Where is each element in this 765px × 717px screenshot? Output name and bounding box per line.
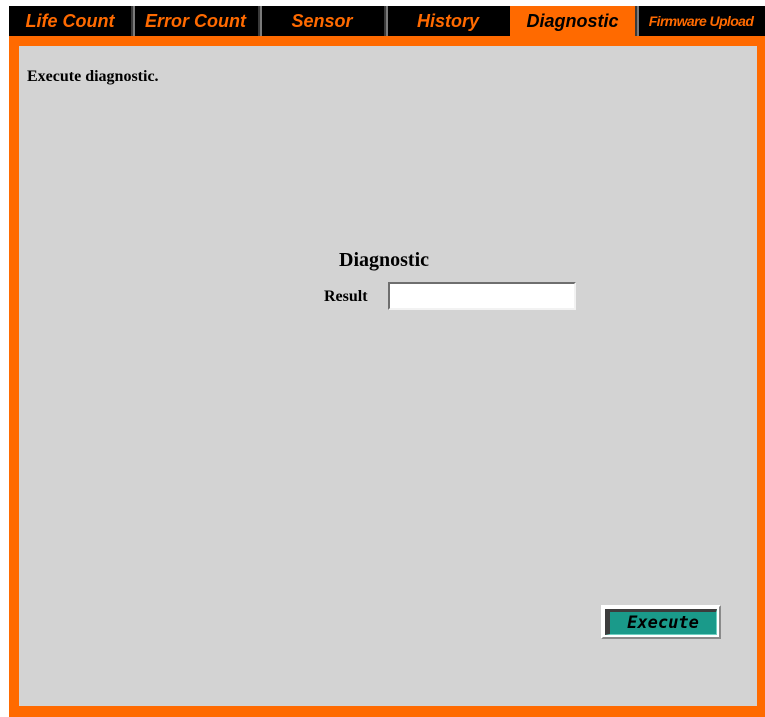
execute-button[interactable]: Execute — [601, 605, 721, 639]
tab-sensor[interactable]: Sensor — [258, 6, 384, 36]
instruction-text: Execute diagnostic. — [27, 68, 159, 85]
tab-firmware-upload[interactable]: Firmware Upload — [635, 6, 765, 36]
result-label: Result — [324, 288, 368, 305]
tab-bar: Life Count Error Count Sensor History Di… — [9, 6, 765, 36]
tab-error-count[interactable]: Error Count — [131, 6, 258, 36]
section-title: Diagnostic — [339, 249, 429, 271]
result-field[interactable] — [388, 282, 576, 310]
tab-diagnostic[interactable]: Diagnostic — [510, 6, 635, 36]
tab-history[interactable]: History — [384, 6, 510, 36]
diagnostic-window: Life Count Error Count Sensor History Di… — [0, 0, 765, 717]
diagnostic-content: Execute diagnostic. Diagnostic Result Ex… — [19, 46, 757, 706]
tab-panel-frame: Execute diagnostic. Diagnostic Result Ex… — [9, 36, 765, 717]
tab-life-count[interactable]: Life Count — [9, 6, 131, 36]
execute-button-label: Execute — [605, 609, 717, 635]
